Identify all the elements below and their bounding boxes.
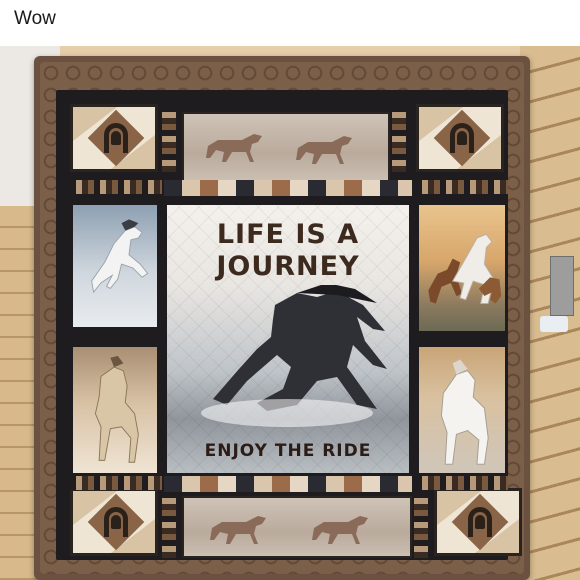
- flying-geese-row: [416, 180, 508, 194]
- quilt-photo: LIFE IS A JOURNEY ENJOY THE RIDE: [0, 46, 580, 580]
- horse-silhouette: [94, 355, 139, 463]
- flying-geese-row: [70, 476, 162, 490]
- post-caption: Wow: [0, 0, 580, 46]
- flying-geese-row: [416, 476, 508, 490]
- corner-block-top-left: [70, 104, 158, 172]
- headline-line-1: LIFE IS A: [216, 219, 360, 250]
- photo-tile-white-horse: [416, 344, 508, 476]
- quilt: LIFE IS A JOURNEY ENJOY THE RIDE: [34, 56, 530, 580]
- horse-silhouette: [428, 233, 502, 304]
- flying-geese-column: [392, 106, 406, 172]
- flying-geese-column: [162, 106, 176, 172]
- horse-silhouette: [206, 134, 262, 162]
- horse-silhouette: [440, 359, 489, 465]
- wall-device: [550, 256, 574, 316]
- center-panel: LIFE IS A JOURNEY ENJOY THE RIDE: [164, 202, 412, 476]
- corner-block-bottom-right: [434, 488, 522, 556]
- horse-silhouette: [91, 219, 149, 294]
- flying-geese-row: [70, 180, 162, 194]
- headline-line-2: JOURNEY: [216, 251, 360, 282]
- subtitle-text: ENJOY THE RIDE: [204, 441, 372, 461]
- bottom-horse-strip: [182, 496, 412, 558]
- photo-tile-palomino-horse: [70, 344, 160, 476]
- black-horse-galloping: [201, 285, 387, 427]
- desk-item: [540, 316, 568, 332]
- corner-block-top-right: [416, 104, 504, 172]
- flying-geese-column: [162, 492, 176, 558]
- horse-silhouette: [312, 516, 368, 544]
- photo-tile-herd-running: [416, 202, 508, 334]
- square-patch-row: [164, 180, 412, 196]
- corner-block-bottom-left: [70, 488, 158, 556]
- photo-tile-white-horse-rearing: [70, 202, 160, 330]
- top-horse-strip: [182, 112, 390, 182]
- flying-geese-column: [414, 492, 428, 558]
- horse-silhouette: [296, 136, 352, 164]
- horse-silhouette: [210, 516, 266, 544]
- square-patch-row: [164, 476, 412, 492]
